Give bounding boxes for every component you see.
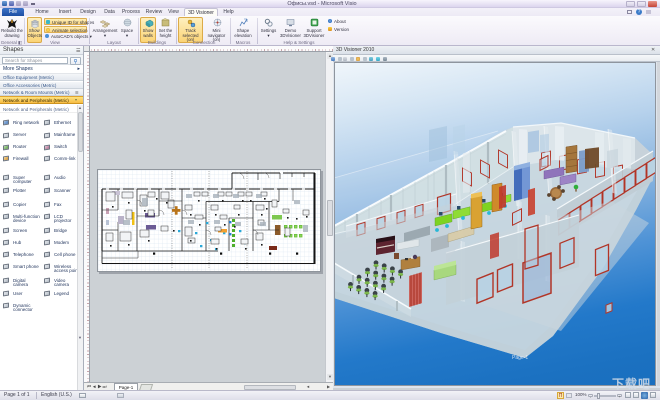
svg-text:Page-1: Page-1 — [512, 355, 528, 361]
